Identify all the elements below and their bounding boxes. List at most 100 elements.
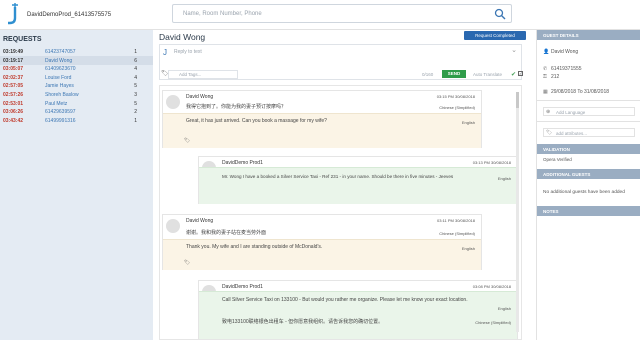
requests-panel: REQUESTS 03:19:49 61423747057 1 03:19:17 Dav… <box>0 30 153 340</box>
globe-icon: ⊕ <box>546 109 551 115</box>
message-language: Chinese (Simplified) <box>439 231 475 236</box>
translation-block: Thank you. My wife and I are standing ou… <box>163 239 481 270</box>
validation-header: VALIDATION <box>537 144 640 154</box>
request-count: 2 <box>134 109 137 116</box>
message-timestamp: 03:08 PM 30/08/2018 <box>472 284 511 289</box>
request-count: 4 <box>134 74 137 81</box>
add-attributes-placeholder: add attributes... <box>556 131 588 136</box>
add-attributes-field[interactable]: 🏷 add attributes... <box>543 128 635 137</box>
request-name: Shoreh Baslow <box>45 92 79 98</box>
request-name: 61409623670 <box>45 66 76 73</box>
add-language-placeholder: Add Language <box>556 110 586 115</box>
tag-icon[interactable]: 🏷 <box>184 260 190 266</box>
translation-language: English <box>461 246 475 251</box>
tag-icon: 🏷 <box>546 130 553 136</box>
validation-status: Opera Verified <box>543 157 572 162</box>
reply-toolbar: 🏷 Add Tags... 0/160 SEND Auto Translate … <box>159 69 523 80</box>
requests-title: REQUESTS <box>3 36 42 43</box>
message-language: English <box>497 306 511 311</box>
guest-name-row: 👤 David Wong <box>543 49 578 55</box>
message-sender: David Wong <box>186 218 214 224</box>
guest-name: David Wong <box>551 49 579 55</box>
request-name: 61429639597 <box>45 109 76 116</box>
message-timestamp: 03:13 PM 30/08/2018 <box>472 160 511 165</box>
translation-language: English <box>461 120 475 125</box>
request-count: 1 <box>134 117 137 124</box>
add-tags-placeholder: Add Tags... <box>179 72 202 77</box>
request-name: Louise Ford <box>45 74 72 81</box>
message-thread[interactable]: David Wong 03:15 PM 30/08/2018 我得它抱到了。你能… <box>159 85 522 340</box>
request-time: 02:02:37 <box>3 74 24 81</box>
avatar <box>166 95 180 109</box>
translation-text: 致电133100联络银色出租车 - 但你愿意我组织。请告诉我您的确切位置。 <box>222 319 384 325</box>
request-count: 4 <box>134 66 137 73</box>
message-body: Call Silver Service Taxi on 133100 - But… <box>199 291 517 339</box>
message-outgoing: DavidDemo Prod1 03:13 PM 30/08/2018 Mr. … <box>198 156 518 204</box>
message-text: 谢谢。我和我的妻子站在麦当劳外面 <box>186 230 267 236</box>
search-input[interactable]: Name, Room Number, Phone <box>172 4 512 23</box>
add-tags-input[interactable]: Add Tags... <box>168 70 238 79</box>
reply-placeholder: Reply to text <box>174 49 202 55</box>
guest-dates: 29/08/2018 To 31/08/2018 <box>551 89 610 95</box>
additional-guests-text: No additional guests have been added <box>543 190 625 195</box>
guest-name-heading: David Wong <box>159 32 206 42</box>
thread-scrollbar[interactable] <box>516 92 519 332</box>
request-name: Paul Metz <box>45 100 68 107</box>
message-text: Call Silver Service Taxi on 133100 - But… <box>222 297 468 303</box>
request-completed-label: Request Completed <box>475 33 515 38</box>
conversation-panel: David Wong Request Completed J Reply to … <box>153 30 528 340</box>
guest-room: 212 <box>551 74 560 80</box>
request-count: 3 <box>134 92 137 98</box>
request-completed-button[interactable]: Request Completed <box>464 31 526 40</box>
add-language-field[interactable]: ⊕ Add Language <box>543 107 635 116</box>
chevron-down-icon[interactable]: ⌄ <box>511 46 517 54</box>
guest-details-panel: GUEST DETAILS 👤 David Wong ✆ 61419371555 ⚿… <box>536 30 640 340</box>
char-count: 0/160 <box>422 72 434 77</box>
message-language: English <box>497 176 511 181</box>
auto-translate-label: Auto Translate <box>473 72 503 77</box>
request-time: 03:19:17 <box>3 57 24 64</box>
search-placeholder: Name, Room Number, Phone <box>183 11 262 17</box>
request-count: 5 <box>134 83 137 90</box>
guest-phone: 61419371555 <box>551 66 582 72</box>
guest-phone-row: ✆ 61419371555 <box>543 66 582 72</box>
guest-room-row: ⚿ 212 <box>543 74 559 80</box>
divider <box>537 121 640 122</box>
request-time: 02:53:01 <box>3 100 24 107</box>
search-icon[interactable] <box>494 8 506 20</box>
account-name[interactable]: DavidDemoProd_61413575575 <box>27 12 111 18</box>
send-button[interactable]: SEND <box>442 70 466 78</box>
request-time: 02:57:26 <box>3 92 24 98</box>
message-incoming: David Wong 03:15 PM 30/08/2018 我得它抱到了。你能… <box>162 90 482 148</box>
avatar <box>166 219 180 233</box>
auto-translate-checkbox[interactable]: ✓ <box>518 71 523 76</box>
request-name: 61423747057 <box>45 49 76 55</box>
calendar-icon: ▦ <box>543 89 548 95</box>
request-name: 61499991316 <box>45 117 76 124</box>
guest-dates-row: ▦ 29/08/2018 To 31/08/2018 <box>543 89 609 95</box>
translation-language: Chinese (Simplified) <box>475 320 511 325</box>
request-count: 5 <box>134 100 137 107</box>
message-sender: David Wong <box>186 94 214 100</box>
request-row[interactable]: 03:43:42 61499991316 1 <box>0 116 153 125</box>
app-logo-icon[interactable] <box>6 3 22 25</box>
tag-icon[interactable]: 🏷 <box>184 138 190 144</box>
message-timestamp: 03:11 PM 30/08/2018 <box>437 218 475 223</box>
additional-guests-header: ADDITIONAL GUESTS <box>537 169 640 179</box>
send-label: SEND <box>447 71 461 76</box>
message-incoming: David Wong 03:11 PM 30/08/2018 谢谢。我和我的妻子… <box>162 214 482 270</box>
translation-text: Thank you. My wife and I are standing ou… <box>186 244 323 250</box>
thread-scroll-thumb[interactable] <box>516 92 519 108</box>
message-sender: DavidDemo Prod1 <box>222 160 263 166</box>
notes-header[interactable]: NOTES <box>537 206 640 216</box>
message-text: Mr. Wong I have a booked a Silver Servic… <box>222 174 454 179</box>
divider <box>537 100 640 101</box>
request-time: 03:06:26 <box>3 109 24 116</box>
jeeves-icon: J <box>163 48 167 57</box>
message-language: Chinese (Simplified) <box>439 105 475 110</box>
request-time: 03:05:07 <box>3 66 24 73</box>
request-time: 03:43:42 <box>3 117 24 124</box>
request-name: Jamie Hayes <box>45 83 74 90</box>
message-text: 我得它抱到了。你能为我的妻子预订按摩吗？ <box>186 104 287 110</box>
message-outgoing: DavidDemo Prod1 03:08 PM 30/08/2018 Call… <box>198 280 518 339</box>
